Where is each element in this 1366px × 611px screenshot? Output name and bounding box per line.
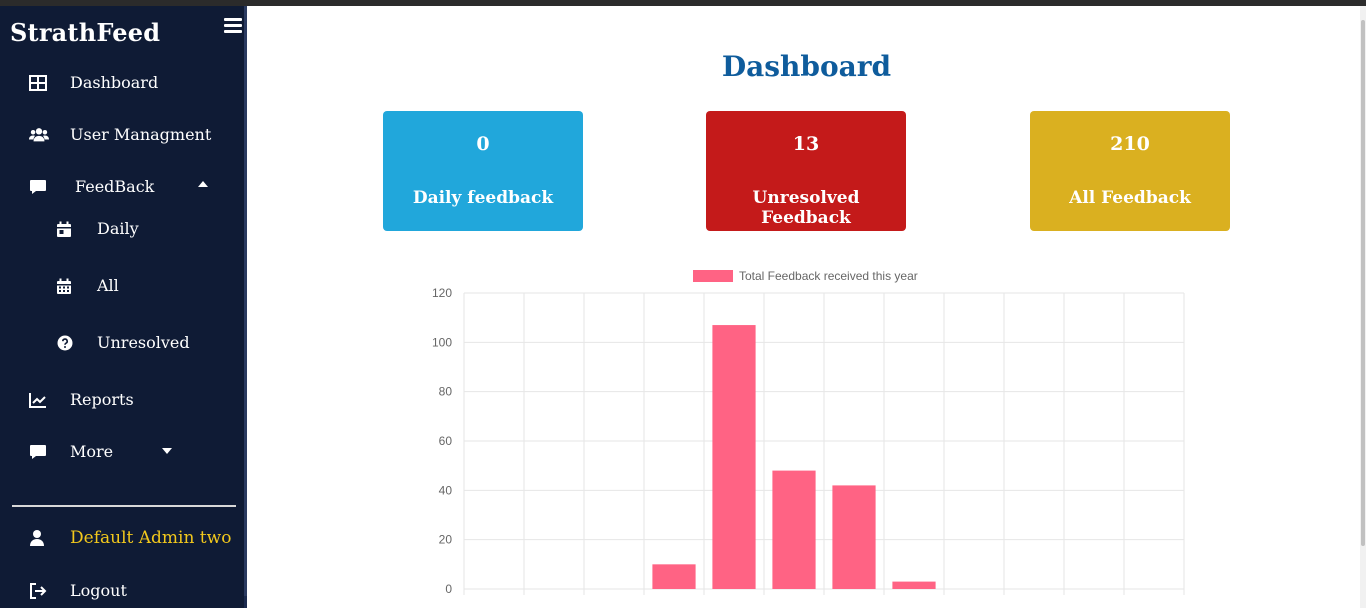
sidebar-divider [12, 505, 236, 507]
card-value: 210 [1110, 133, 1150, 155]
users-icon [29, 125, 49, 145]
card-caption: Daily feedback [412, 188, 554, 208]
logout-label: Logout [70, 581, 127, 600]
daily-feedback-card[interactable]: 0 Daily feedback [383, 111, 583, 231]
sidebar-item-label: More [70, 442, 114, 461]
comment-icon [28, 442, 48, 462]
sidebar-item-user-management[interactable]: User Managment [0, 115, 244, 155]
y-tick-label: 120 [432, 286, 452, 300]
legend-swatch [693, 270, 733, 282]
chart-bar [892, 581, 936, 589]
sidebar-item-label: Unresolved [97, 333, 190, 352]
card-value: 13 [792, 133, 820, 155]
all-feedback-card[interactable]: 210 All Feedback [1030, 111, 1230, 231]
chart-bar [772, 470, 816, 589]
page-scrollbar[interactable] [1360, 6, 1366, 608]
unresolved-feedback-card[interactable]: 13 Unresolved Feedback [706, 111, 906, 231]
sidebar-item-label: Daily [97, 219, 139, 238]
logout-button[interactable]: Logout [0, 571, 244, 611]
question-circle-icon [55, 333, 75, 353]
user-icon [27, 528, 47, 548]
page-title: Dashboard [721, 50, 892, 83]
chart-bar [652, 564, 696, 589]
sidebar-item-label: User Managment [70, 125, 212, 144]
menu-toggle-icon[interactable] [224, 18, 242, 36]
comment-icon [28, 177, 48, 197]
sidebar-item-reports[interactable]: Reports [0, 380, 244, 420]
card-value: 0 [476, 133, 490, 155]
sidebar-item-all[interactable]: All [0, 266, 244, 306]
sidebar-item-label: FeedBack [75, 177, 155, 196]
sidebar-item-unresolved[interactable]: Unresolved [0, 323, 244, 363]
card-caption: All Feedback [1069, 188, 1191, 208]
user-name: Default Admin two [70, 528, 232, 548]
card-caption: Unresolved Feedback [752, 188, 860, 228]
y-tick-label: 80 [439, 385, 453, 399]
calendar-day-icon [54, 219, 74, 239]
feedback-bar-chart: 0 20 40 60 80 100 120 Total Feedback received t… [432, 269, 1185, 596]
chevron-down-icon [162, 448, 172, 454]
chart-bar [712, 325, 756, 589]
y-tick-label: 40 [439, 483, 453, 497]
chart-line-icon [28, 390, 48, 410]
sidebar: StrathFeed Dashboard User Managment Feed… [0, 6, 244, 608]
sign-out-icon [28, 581, 48, 601]
chart-bar [832, 485, 876, 589]
sidebar-item-daily[interactable]: Daily [0, 209, 244, 249]
sidebar-user[interactable]: Default Admin two [0, 518, 244, 558]
y-tick-label: 100 [432, 335, 452, 349]
sidebar-scrollbar[interactable] [244, 6, 247, 608]
calendar-icon [54, 276, 74, 296]
y-tick-label: 60 [439, 434, 453, 448]
sidebar-item-label: Reports [70, 390, 134, 409]
sidebar-item-feedback[interactable]: FeedBack [0, 167, 244, 207]
y-tick-label: 0 [445, 582, 452, 596]
chevron-up-icon [198, 181, 208, 187]
y-tick-label: 20 [439, 533, 453, 547]
sidebar-item-label: All [97, 276, 119, 295]
sidebar-item-more[interactable]: More [0, 432, 244, 472]
legend-label: Total Feedback received this year [739, 269, 918, 283]
brand-logo[interactable]: StrathFeed [10, 18, 160, 47]
